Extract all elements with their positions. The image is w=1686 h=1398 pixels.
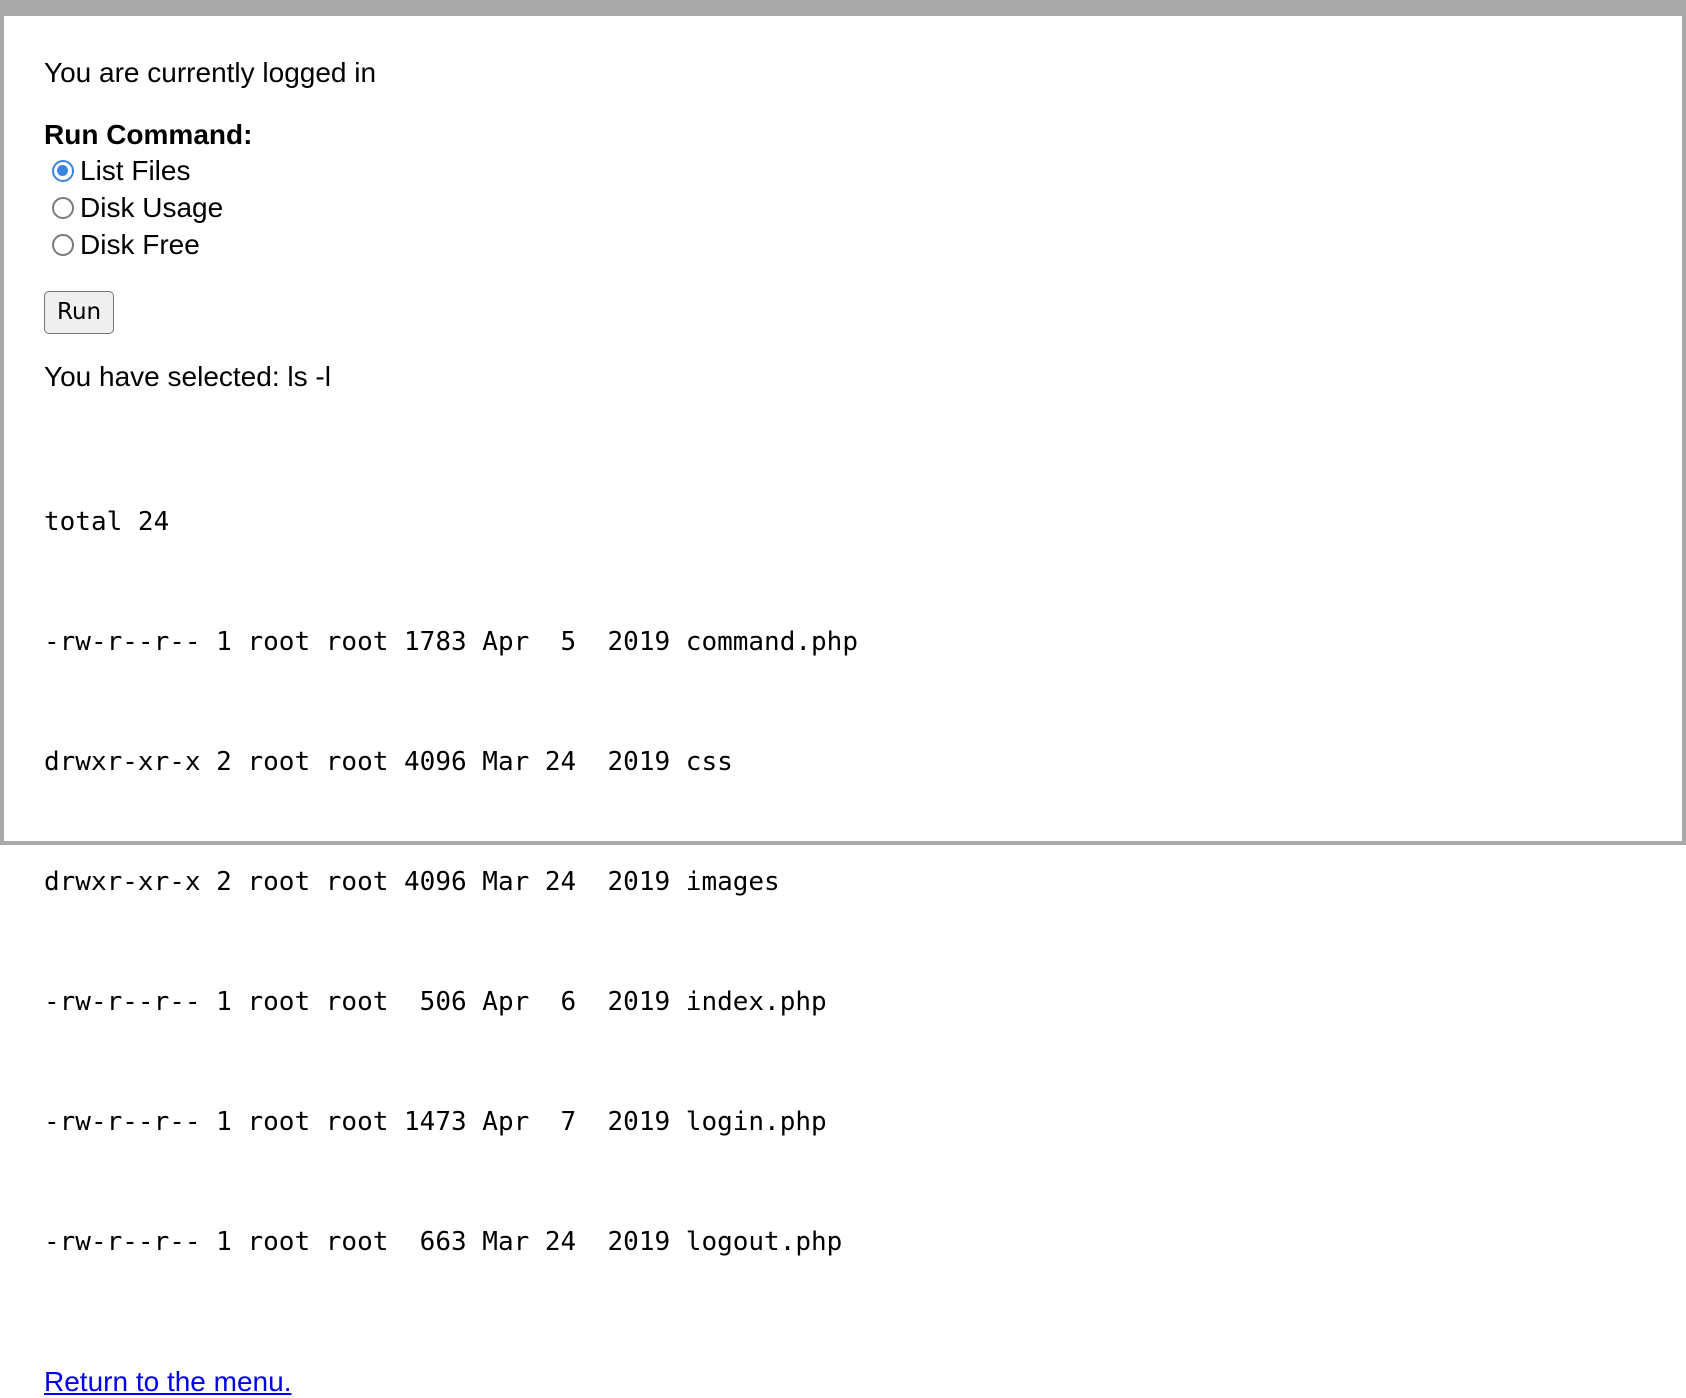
- page-content: You are currently logged in Run Command:…: [44, 56, 1544, 1398]
- output-line: drwxr-xr-x 2 root root 4096 Mar 24 2019 …: [44, 747, 733, 777]
- option-disk-free-label: Disk Free: [80, 228, 200, 260]
- option-disk-free[interactable]: Disk Free: [52, 226, 1544, 263]
- option-disk-usage-label: Disk Usage: [80, 191, 224, 223]
- option-list-files-label: List Files: [80, 154, 191, 186]
- run-command-label: Run Command:: [44, 119, 253, 150]
- run-button[interactable]: Run: [44, 291, 115, 334]
- login-status-text: You are currently logged in: [44, 57, 377, 88]
- window-frame-right: [1682, 0, 1686, 845]
- output-line: -rw-r--r-- 1 root root 506 Apr 6 2019 in…: [44, 987, 827, 1017]
- command-form: Run Command: List Files Disk Usage Disk …: [44, 118, 1544, 334]
- command-output: total 24 -rw-r--r-- 1 root root 1783 Apr…: [44, 422, 1544, 1342]
- option-list-files[interactable]: List Files: [52, 152, 1544, 189]
- output-line: drwxr-xr-x 2 root root 4096 Mar 24 2019 …: [44, 867, 780, 897]
- output-line: -rw-r--r-- 1 root root 1783 Apr 5 2019 c…: [44, 627, 858, 657]
- radio-disk-free[interactable]: [52, 233, 74, 256]
- return-to-menu-link[interactable]: Return to the menu.: [44, 1366, 291, 1398]
- output-line: -rw-r--r-- 1 root root 663 Mar 24 2019 l…: [44, 1227, 843, 1257]
- window-frame-top: [0, 0, 1686, 16]
- window-frame-left: [0, 0, 4, 845]
- selected-command-text: You have selected: ls -l: [44, 361, 331, 392]
- option-disk-usage[interactable]: Disk Usage: [52, 189, 1544, 226]
- output-line: total 24: [44, 507, 170, 537]
- radio-list-files[interactable]: [52, 159, 74, 182]
- radio-disk-usage[interactable]: [52, 196, 74, 219]
- output-line: -rw-r--r-- 1 root root 1473 Apr 7 2019 l…: [44, 1107, 827, 1137]
- command-options: List Files Disk Usage Disk Free: [52, 152, 1544, 263]
